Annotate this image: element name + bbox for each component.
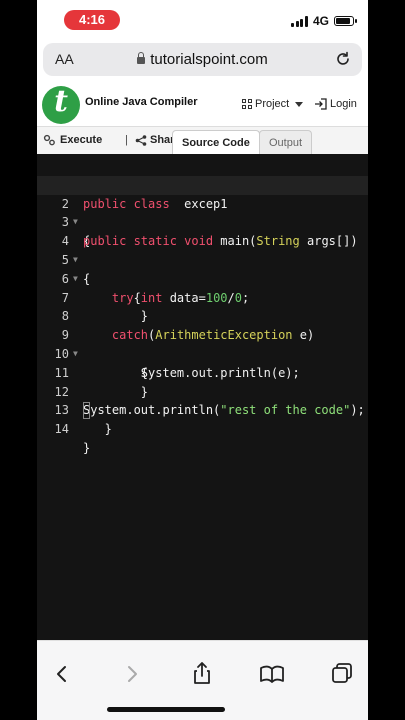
tabs-icon[interactable]: [327, 659, 357, 689]
gears-icon: [43, 134, 55, 146]
caret-down-icon: [295, 101, 304, 107]
reload-icon[interactable]: [334, 50, 352, 68]
login-icon: [315, 98, 327, 110]
execute-label: Execute: [60, 134, 103, 146]
line-number: 14: [54, 422, 69, 437]
tab-output[interactable]: Output: [259, 130, 313, 155]
toolbar-separator: |: [125, 134, 128, 146]
tutorialspoint-logo[interactable]: [42, 84, 80, 124]
code-line: 6 int data=100/0;: [37, 251, 368, 305]
login-link[interactable]: Login: [314, 98, 357, 110]
share-sheet-icon[interactable]: [187, 659, 217, 689]
lock-icon: [137, 52, 146, 64]
back-icon[interactable]: [47, 659, 77, 689]
share-icon: [135, 134, 147, 146]
phone-screen: 4:16 4G AA tutorialspoint.com Online Jav…: [37, 0, 368, 720]
code-line: 8 catch(ArithmeticException e): [37, 289, 368, 342]
text-cursor: [83, 402, 90, 419]
code-line: 9 ▼ {: [37, 307, 368, 380]
code-line: 10 System.out.println(e);: [37, 326, 368, 380]
signal-icon: [291, 15, 308, 27]
code-line: 7 }: [37, 270, 368, 324]
code-line: 11 }: [37, 345, 368, 399]
code-line: 4 ▼ {: [37, 213, 368, 286]
execute-button[interactable]: Execute: [43, 134, 102, 146]
code-token: }: [83, 422, 112, 437]
home-indicator[interactable]: [107, 707, 225, 712]
url-text: tutorialspoint.com: [150, 51, 268, 68]
network-type: 4G: [312, 14, 329, 28]
site-header: Online Java Compiler Project Login: [37, 82, 368, 126]
compiler-toolbar: Execute | Share Source Code Output: [37, 126, 368, 155]
status-indicators: 4G: [291, 14, 357, 28]
grid-icon: [242, 99, 252, 109]
status-bar: 4:16 4G: [37, 0, 368, 40]
address-bar[interactable]: AA tutorialspoint.com: [43, 43, 362, 76]
code-editor[interactable]: 1 public class excep1 2 ▼ { 3 public sta…: [37, 154, 368, 640]
code-line: 5 ▼ try{: [37, 232, 368, 305]
url-field[interactable]: tutorialspoint.com: [43, 51, 362, 68]
forward-icon[interactable]: [117, 659, 147, 689]
code-token: }: [83, 440, 91, 455]
project-menu[interactable]: Project: [242, 98, 304, 110]
code-line: 12 System.out.println("rest of the code"…: [37, 364, 368, 418]
status-time: 4:16: [64, 10, 120, 30]
battery-icon: [334, 16, 357, 26]
project-label: Project: [255, 98, 290, 110]
code-line: 3 public static void main(String args[]): [37, 195, 368, 248]
page-title: Online Java Compiler: [85, 96, 198, 108]
code-line: 13 }: [37, 383, 368, 436]
bookmarks-icon[interactable]: [257, 659, 287, 689]
code-line-active: 2 ▼ {: [37, 175, 368, 248]
code-line: 1 public class excep1: [37, 157, 368, 211]
login-label: Login: [330, 98, 357, 110]
tab-source-code[interactable]: Source Code: [172, 130, 260, 155]
